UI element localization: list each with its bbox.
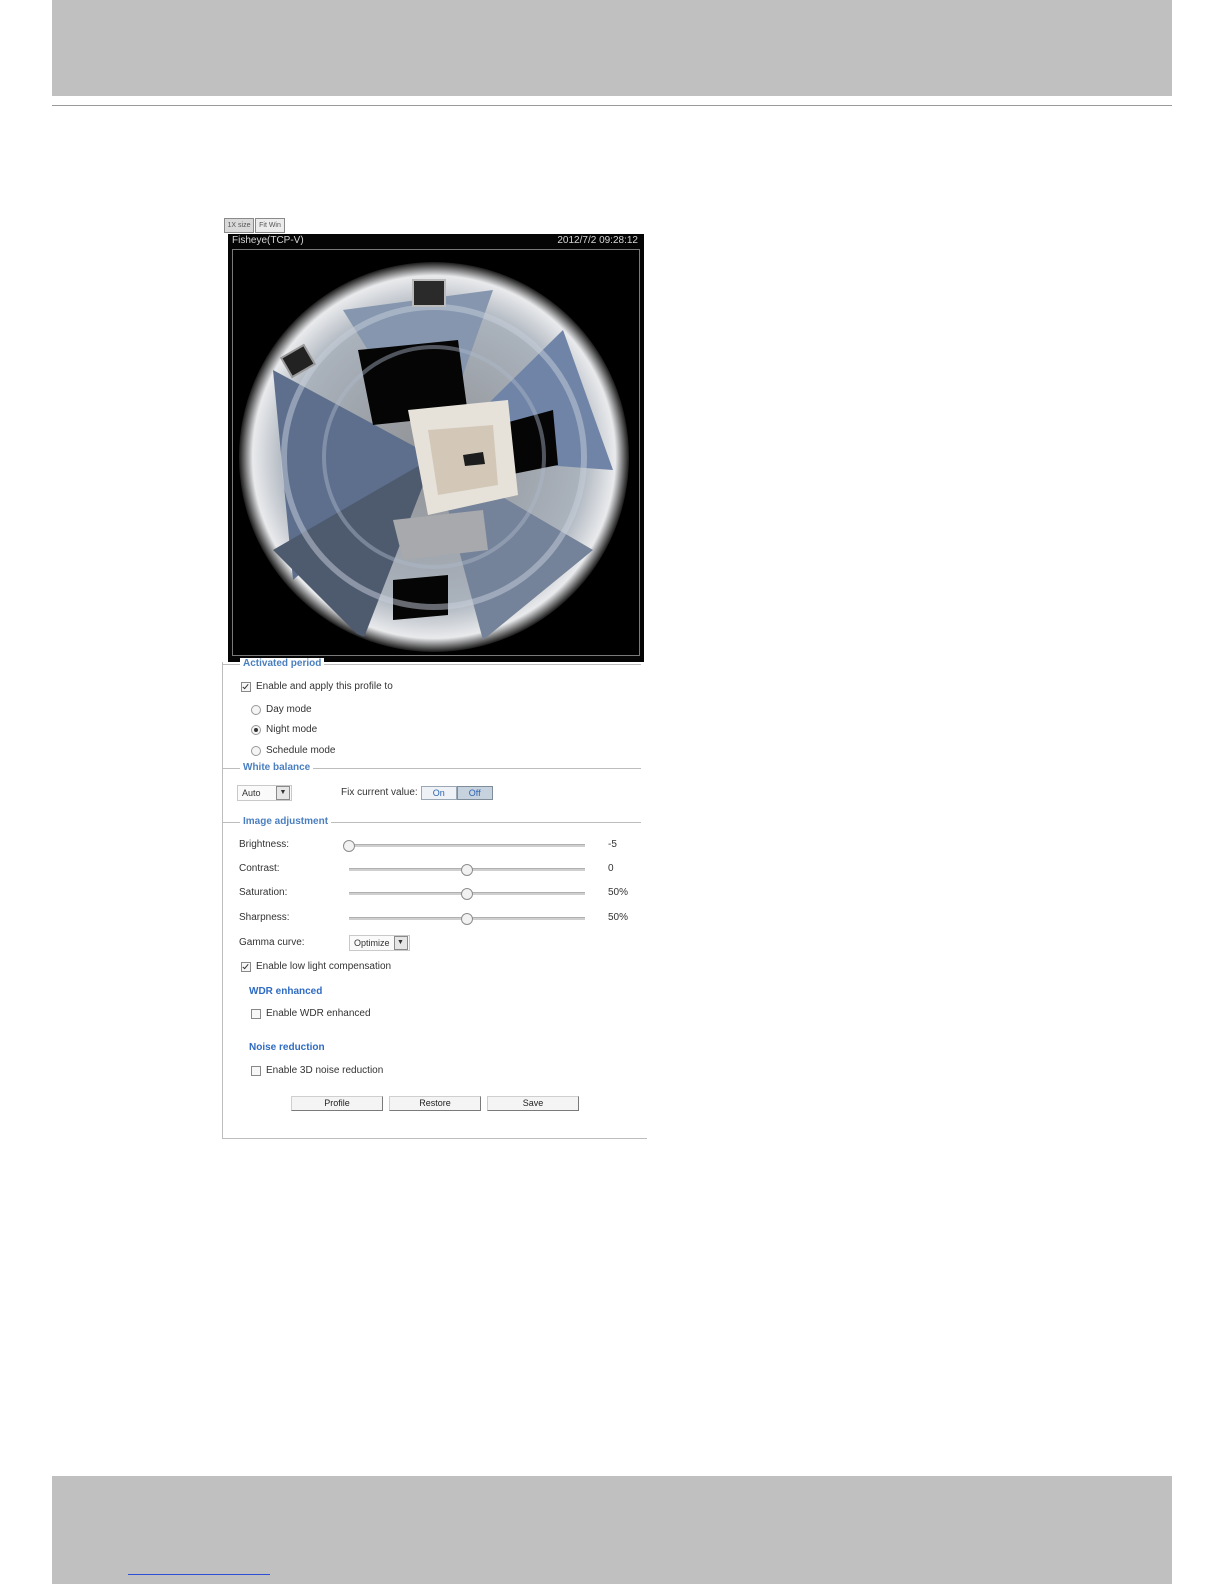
tab-fit-window[interactable]: Fit Win — [255, 218, 285, 233]
enable-profile-row: Enable and apply this profile to — [241, 681, 393, 693]
tab-1x-size[interactable]: 1X size — [224, 218, 254, 233]
day-mode-label: Day mode — [266, 704, 312, 715]
header-divider — [52, 105, 1172, 106]
white-balance-mode-select[interactable]: Auto ▼ — [237, 785, 292, 801]
contrast-slider-thumb[interactable] — [461, 864, 473, 876]
image-adjustment-heading: Image adjustment — [240, 816, 332, 828]
activated-period-legend: Activated period — [223, 658, 641, 670]
sharpness-label: Sharpness: — [239, 912, 290, 923]
noise-reduction-heading: Noise reduction — [249, 1042, 325, 1053]
action-buttons: Profile Restore Save — [291, 1096, 585, 1111]
activated-period-heading: Activated period — [240, 658, 325, 670]
image-adjustment-legend: Image adjustment — [223, 816, 641, 828]
gamma-curve-value: Optimize — [354, 938, 390, 948]
page-header-band — [52, 0, 1172, 96]
gamma-curve-label: Gamma curve: — [239, 937, 305, 948]
video-preview: Fisheye(TCP-V) 2012/7/2 09:28:12 — [228, 234, 644, 662]
brightness-slider-thumb[interactable] — [343, 840, 355, 852]
fix-current-value-row: Fix current value: On Off — [341, 786, 493, 800]
sharpness-row: Sharpness: 50% — [239, 911, 639, 925]
stream-timestamp: 2012/7/2 09:28:12 — [557, 235, 638, 246]
brightness-slider[interactable] — [343, 840, 585, 852]
fix-value-toggle: On Off — [420, 786, 493, 800]
saturation-value: 50% — [608, 887, 629, 898]
white-balance-value: Auto — [242, 788, 261, 798]
low-light-row: Enable low light compensation — [241, 961, 391, 973]
image-settings-panel: Activated period Enable and apply this p… — [222, 658, 647, 1139]
wdr-row: Enable WDR enhanced — [251, 1008, 371, 1020]
video-title-bar: Fisheye(TCP-V) 2012/7/2 09:28:12 — [228, 234, 644, 248]
restore-button[interactable]: Restore — [389, 1096, 481, 1111]
white-balance-dropdown[interactable]: Auto ▼ — [237, 785, 292, 801]
mode-option-schedule[interactable]: Schedule mode — [251, 745, 336, 757]
schedule-mode-label: Schedule mode — [266, 745, 336, 756]
saturation-slider-thumb[interactable] — [461, 888, 473, 900]
fisheye-image[interactable] — [232, 249, 640, 656]
chevron-down-icon[interactable]: ▼ — [393, 936, 408, 950]
enable-profile-label: Enable and apply this profile to — [256, 681, 393, 692]
mode-option-day[interactable]: Day mode — [251, 704, 312, 716]
wdr-heading: WDR enhanced — [249, 986, 323, 997]
sharpness-slider-thumb[interactable] — [461, 913, 473, 925]
low-light-checkbox[interactable] — [241, 962, 251, 972]
saturation-slider[interactable] — [349, 888, 585, 900]
fix-off-button[interactable]: Off — [456, 786, 493, 800]
gamma-curve-dropdown[interactable]: Optimize ▼ — [349, 935, 410, 951]
wdr-checkbox[interactable] — [251, 1009, 261, 1019]
white-balance-heading: White balance — [240, 762, 314, 774]
brightness-row: Brightness: -5 — [239, 838, 639, 852]
chevron-down-icon[interactable]: ▼ — [276, 786, 290, 800]
brightness-value: -5 — [608, 839, 617, 850]
stream-title: Fisheye(TCP-V) — [232, 235, 304, 246]
contrast-value: 0 — [608, 863, 614, 874]
noise-reduction-checkbox[interactable] — [251, 1066, 261, 1076]
noise-reduction-label: Enable 3D noise reduction — [266, 1065, 384, 1076]
white-balance-legend: White balance — [223, 762, 641, 774]
saturation-row: Saturation: 50% — [239, 886, 639, 900]
page-footer-band — [52, 1476, 1172, 1584]
day-mode-radio[interactable] — [251, 705, 261, 715]
fix-current-value-label: Fix current value: — [341, 787, 418, 798]
save-button[interactable]: Save — [487, 1096, 579, 1111]
contrast-label: Contrast: — [239, 863, 280, 874]
fix-on-button[interactable]: On — [420, 786, 457, 800]
gamma-curve-row: Gamma curve: Optimize ▼ — [239, 935, 410, 951]
schedule-mode-radio[interactable] — [251, 746, 261, 756]
wdr-label: Enable WDR enhanced — [266, 1008, 371, 1019]
enable-profile-checkbox[interactable] — [241, 682, 251, 692]
mode-option-night[interactable]: Night mode — [251, 724, 317, 736]
sharpness-slider[interactable] — [349, 913, 585, 925]
view-size-tabs: 1X size Fit Win — [224, 218, 285, 233]
night-mode-radio[interactable] — [251, 725, 261, 735]
saturation-label: Saturation: — [239, 887, 288, 898]
profile-button[interactable]: Profile — [291, 1096, 383, 1111]
brightness-label: Brightness: — [239, 839, 290, 850]
fisheye-scene — [233, 250, 639, 655]
sharpness-value: 50% — [608, 912, 629, 923]
footer-link-underline[interactable] — [128, 1574, 270, 1575]
contrast-row: Contrast: 0 — [239, 862, 639, 876]
noise-reduction-row: Enable 3D noise reduction — [251, 1065, 383, 1077]
low-light-label: Enable low light compensation — [256, 961, 392, 972]
contrast-slider[interactable] — [349, 864, 585, 876]
night-mode-label: Night mode — [266, 724, 318, 735]
